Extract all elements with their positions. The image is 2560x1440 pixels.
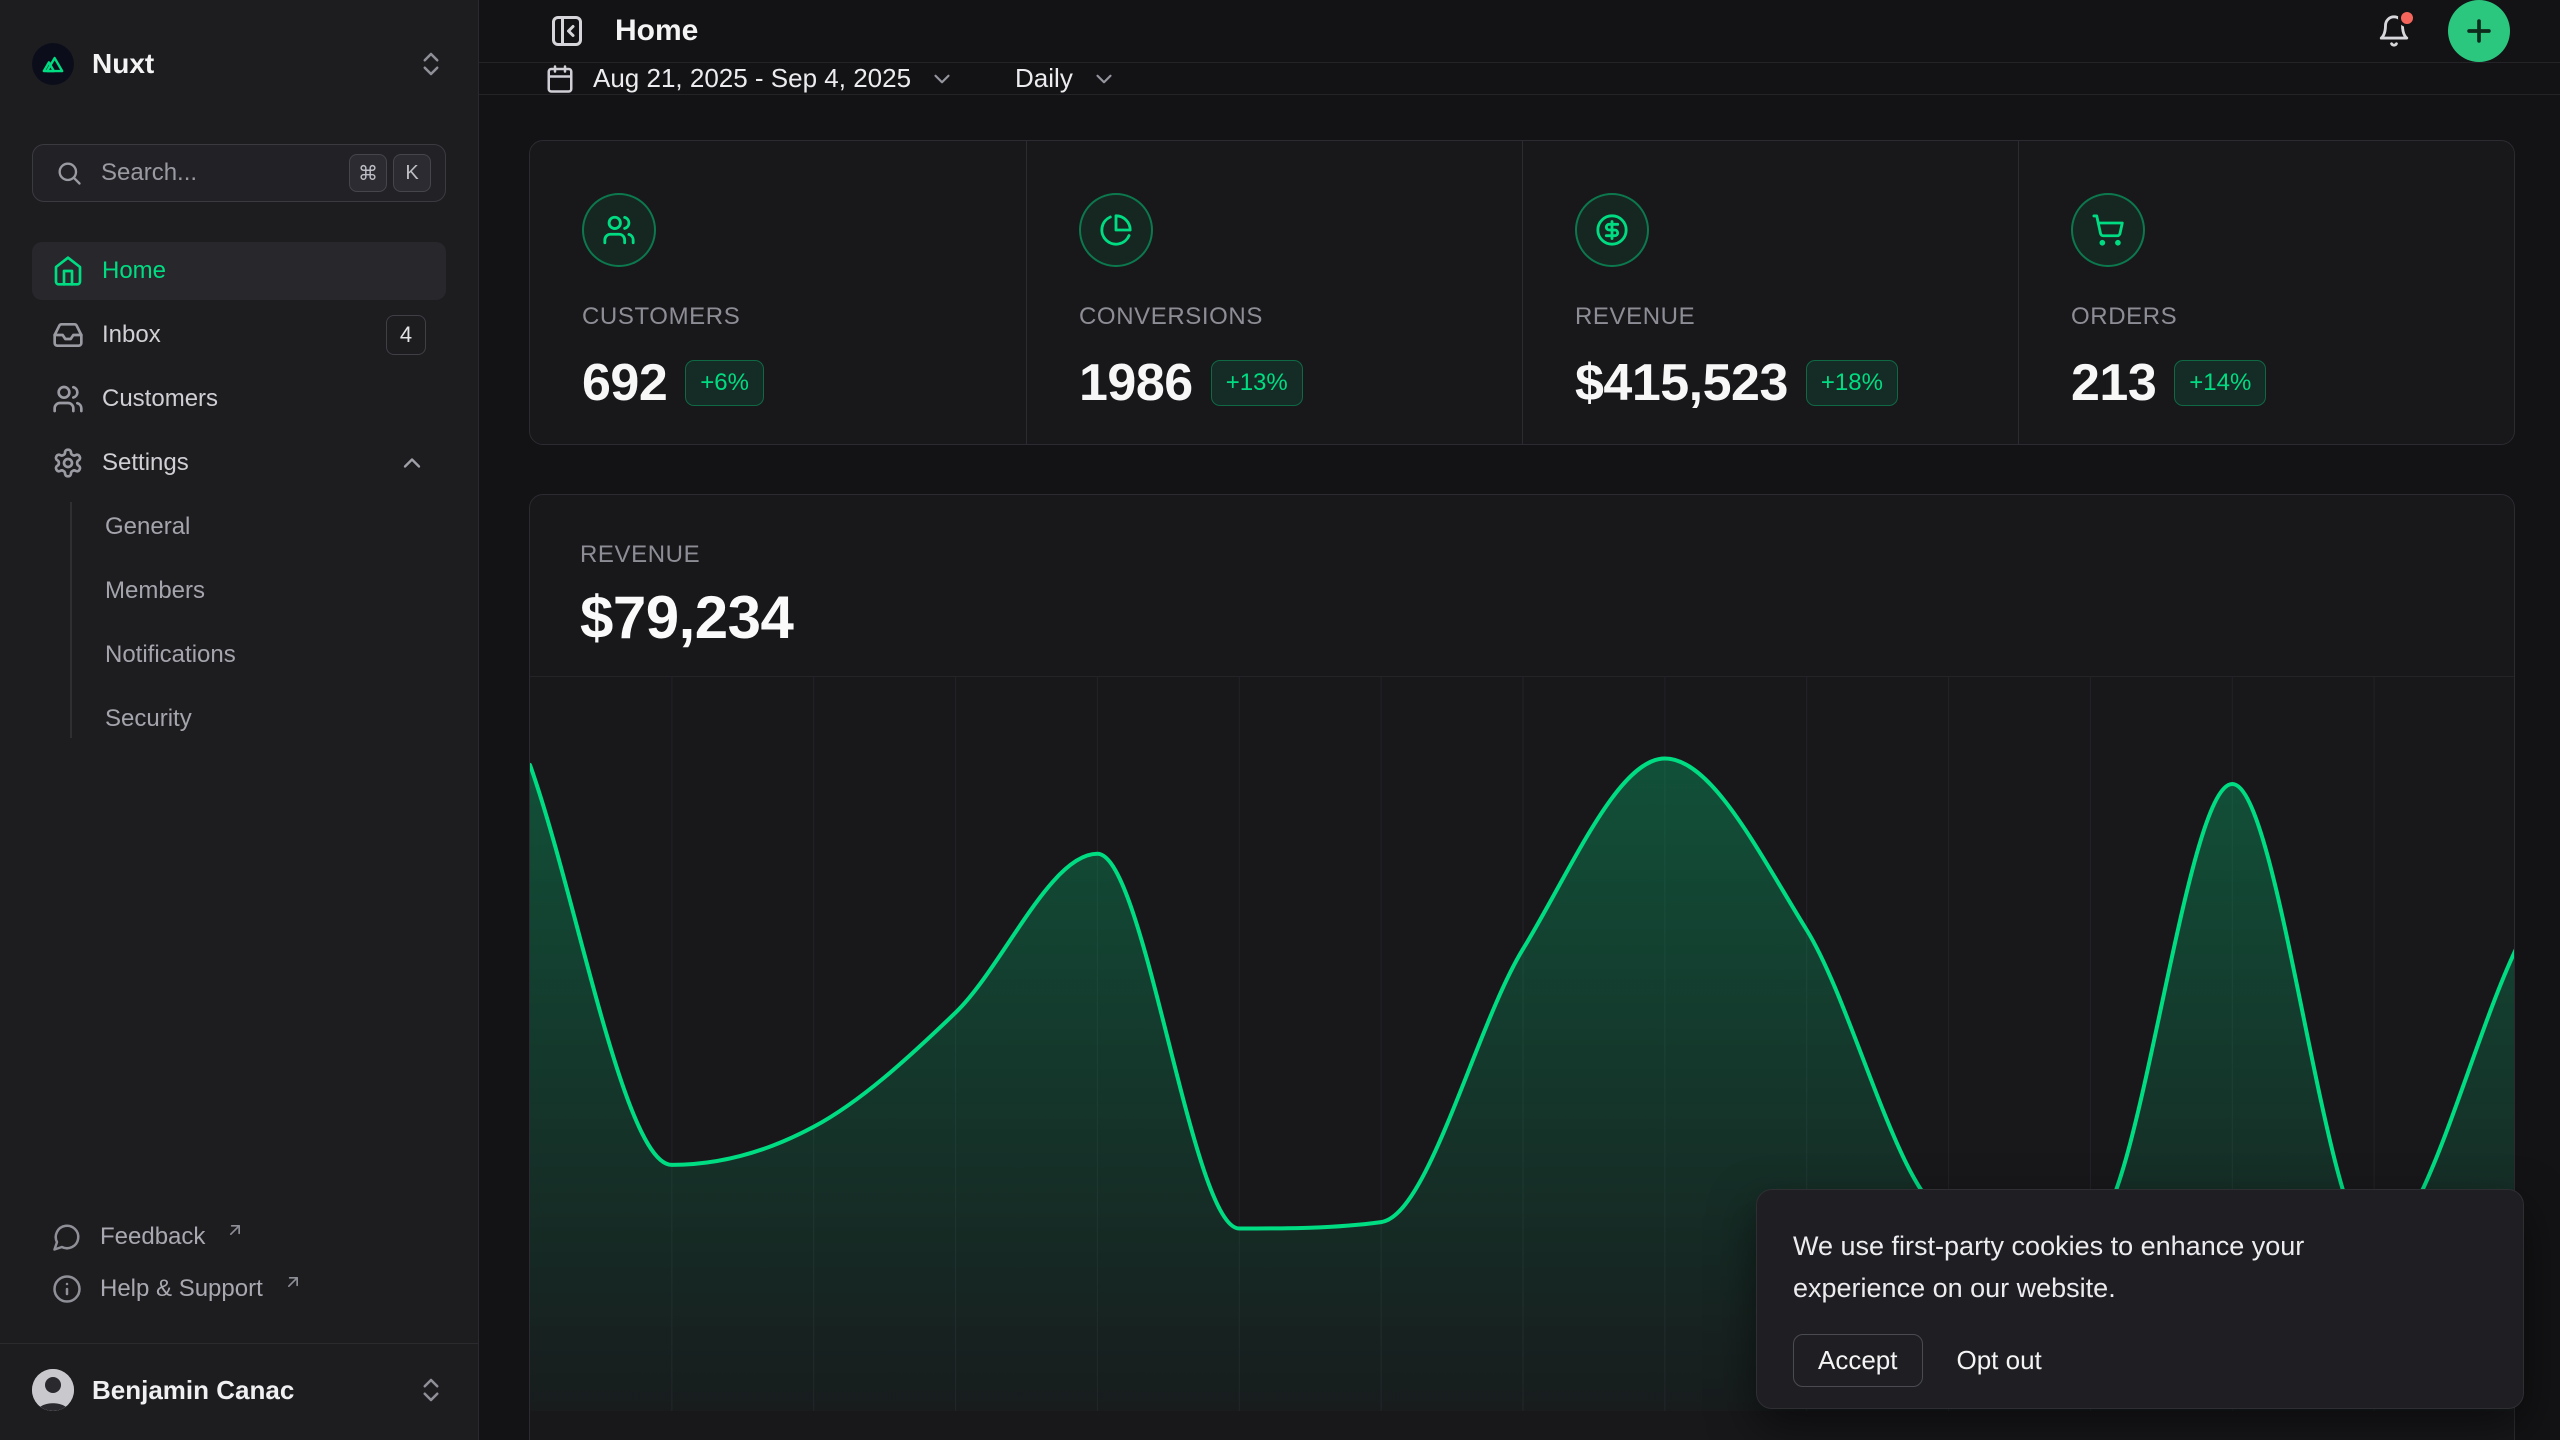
chat-bubble-icon	[52, 1222, 82, 1252]
help-support-link[interactable]: Help & Support	[32, 1263, 446, 1315]
search-icon	[55, 159, 83, 187]
stat-delta-badge: +18%	[1806, 360, 1898, 406]
stat-label: REVENUE	[1575, 303, 2018, 331]
dollar-circle-icon	[1575, 193, 1649, 267]
accept-cookies-button[interactable]: Accept	[1793, 1334, 1923, 1387]
sidebar-item-home[interactable]: Home	[32, 242, 446, 300]
feedback-label: Feedback	[100, 1223, 205, 1251]
chevrons-up-down-icon	[416, 49, 446, 79]
sidebar-item-label: Customers	[102, 385, 218, 413]
chevrons-up-down-icon	[416, 1375, 446, 1405]
stat-value: $415,523	[1575, 353, 1788, 413]
search-input[interactable]: Search... ⌘ K	[32, 144, 446, 202]
users-icon	[52, 383, 84, 415]
gear-icon	[52, 447, 84, 479]
inbox-icon	[52, 319, 84, 351]
page-header: Home	[479, 0, 2560, 63]
notification-dot	[2398, 9, 2416, 27]
users-icon	[582, 193, 656, 267]
revenue-chart-value: $79,234	[580, 583, 2514, 652]
info-circle-icon	[52, 1274, 82, 1304]
user-name: Benjamin Canac	[92, 1375, 294, 1406]
search-shortcut: ⌘ K	[349, 154, 431, 192]
stat-orders[interactable]: ORDERS 213 +14%	[2018, 141, 2514, 444]
revenue-chart-label: REVENUE	[580, 541, 2514, 569]
notifications-button[interactable]	[2374, 11, 2414, 51]
plus-icon	[2462, 14, 2496, 48]
sidebar-item-label: Home	[102, 257, 166, 285]
user-menu[interactable]: Benjamin Canac	[32, 1358, 446, 1422]
app-root: Nuxt Search... ⌘ K Home	[0, 0, 2560, 1440]
stat-label: CUSTOMERS	[582, 303, 1026, 331]
kbd-k: K	[393, 154, 431, 192]
stat-delta-badge: +13%	[1211, 360, 1303, 406]
cookie-message: We use first-party cookies to enhance yo…	[1793, 1226, 2413, 1310]
team-switcher[interactable]: Nuxt	[32, 40, 446, 88]
sidebar-item-label: Settings	[102, 449, 189, 477]
subnav-guide-line	[70, 502, 72, 738]
sidebar-item-notifications[interactable]: Notifications	[32, 626, 446, 684]
optout-cookies-button[interactable]: Opt out	[1957, 1345, 2042, 1376]
kbd-cmd: ⌘	[349, 154, 387, 192]
sidebar-nav: Home Inbox 4 Customers Settings	[32, 242, 446, 754]
calendar-icon	[545, 64, 575, 94]
sidebar-footer: Feedback Help & Support	[32, 1211, 446, 1315]
avatar	[32, 1369, 74, 1411]
sidebar-collapse-button[interactable]	[545, 9, 589, 53]
search-placeholder: Search...	[101, 159, 331, 187]
settings-subnav: General Members Notifications Security	[32, 498, 446, 748]
stat-label: ORDERS	[2071, 303, 2514, 331]
feedback-link[interactable]: Feedback	[32, 1211, 446, 1263]
stat-value: 692	[582, 353, 667, 413]
chevron-up-icon	[398, 449, 426, 477]
stat-delta-badge: +14%	[2174, 360, 2266, 406]
home-icon	[52, 255, 84, 287]
date-range-picker[interactable]: Aug 21, 2025 - Sep 4, 2025	[545, 63, 955, 94]
chevron-down-icon	[1091, 66, 1117, 92]
help-support-label: Help & Support	[100, 1275, 263, 1303]
sidebar-item-security[interactable]: Security	[32, 690, 446, 748]
cookie-banner: We use first-party cookies to enhance yo…	[1756, 1189, 2524, 1409]
team-name: Nuxt	[92, 48, 154, 80]
sidebar-item-label: Inbox	[102, 321, 161, 349]
stat-revenue[interactable]: REVENUE $415,523 +18%	[1522, 141, 2018, 444]
sidebar-divider	[0, 1343, 478, 1344]
sidebar-item-settings[interactable]: Settings	[32, 434, 446, 492]
sidebar-item-inbox[interactable]: Inbox 4	[32, 306, 446, 364]
main-area: Home Aug 21, 2025 - Sep 4, 2025	[479, 0, 2560, 1440]
external-link-icon	[283, 1272, 303, 1292]
date-range-value: Aug 21, 2025 - Sep 4, 2025	[593, 63, 911, 94]
stats-row: CUSTOMERS 692 +6% CONVERSIONS 1986 +13%	[529, 140, 2515, 445]
shopping-cart-icon	[2071, 193, 2145, 267]
sidebar: Nuxt Search... ⌘ K Home	[0, 0, 479, 1440]
stat-conversions[interactable]: CONVERSIONS 1986 +13%	[1026, 141, 1522, 444]
stat-customers[interactable]: CUSTOMERS 692 +6%	[530, 141, 1026, 444]
stat-value: 213	[2071, 353, 2156, 413]
period-select[interactable]: Daily	[1015, 63, 1117, 94]
chevron-down-icon	[929, 66, 955, 92]
sidebar-item-general[interactable]: General	[32, 498, 446, 556]
pie-chart-icon	[1079, 193, 1153, 267]
page-title: Home	[615, 14, 698, 48]
stat-value: 1986	[1079, 353, 1193, 413]
period-value: Daily	[1015, 63, 1073, 94]
stat-delta-badge: +6%	[685, 360, 764, 406]
external-link-icon	[225, 1220, 245, 1240]
sidebar-item-members[interactable]: Members	[32, 562, 446, 620]
add-button[interactable]	[2448, 0, 2510, 62]
filters-toolbar: Aug 21, 2025 - Sep 4, 2025 Daily	[479, 63, 2560, 95]
inbox-count-badge: 4	[386, 315, 426, 355]
sidebar-item-customers[interactable]: Customers	[32, 370, 446, 428]
stat-label: CONVERSIONS	[1079, 303, 1522, 331]
nuxt-logo-icon	[32, 43, 74, 85]
